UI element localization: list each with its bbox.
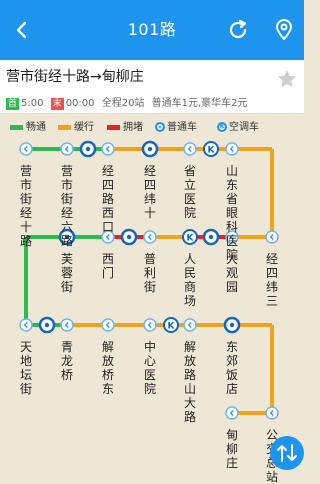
station-label[interactable]: 解放路山大路 [183, 340, 197, 424]
station-node[interactable] [143, 318, 157, 332]
station-label[interactable]: 普利街 [143, 252, 157, 294]
station-label[interactable]: 甸柳庄 [225, 428, 239, 470]
station-label[interactable]: 中心医院 [143, 340, 157, 396]
legend-slow: 缓行 [58, 118, 94, 133]
bus-marker[interactable] [202, 228, 220, 246]
svg-text:K: K [187, 234, 195, 244]
station-node[interactable] [265, 230, 279, 244]
legend-ac: K 空调车 [217, 118, 259, 133]
legend-bus: 普通车 [155, 118, 197, 133]
legend-jam: 拥堵 [107, 118, 143, 133]
bus-icon [155, 122, 165, 132]
route-map: K K K 营市街经十路 营市街经六路 经四路西口 经四纬十 省立医院 山东省眼科医院经四纬三… [0, 134, 304, 484]
route-name: 营市街经十路→甸柳庄 [6, 69, 144, 85]
fare-info: 普通车1元,豪华车2元 [151, 98, 248, 109]
bus-marker[interactable] [223, 316, 241, 334]
favorite-star-icon[interactable] [276, 68, 298, 90]
station-node[interactable] [143, 230, 157, 244]
station-label[interactable]: 人民商场 [183, 252, 197, 308]
traffic-legend: 畅通 缓行 拥堵 普通车 K 空调车 [0, 114, 304, 134]
location-pin-icon[interactable] [272, 18, 296, 42]
station-label[interactable]: 解放桥东 [101, 340, 115, 396]
top-bar: 101路 [0, 0, 304, 60]
ac-bus-marker[interactable]: K [163, 317, 179, 333]
page-title: 101路 [127, 20, 177, 39]
station-node[interactable] [265, 406, 279, 420]
station-label[interactable]: 青龙桥 [60, 340, 74, 382]
station-label[interactable]: 营市街经六路 [60, 164, 74, 248]
station-label[interactable]: 大观园 [225, 252, 239, 294]
station-label[interactable]: 营市街经十路 [19, 164, 33, 248]
bus-marker[interactable] [79, 140, 97, 158]
station-label[interactable]: 省立医院 [183, 164, 197, 220]
svg-text:K: K [168, 322, 176, 332]
station-node[interactable] [101, 318, 115, 332]
reverse-direction-button[interactable] [270, 436, 304, 470]
first-bus-tag: 首 [6, 98, 20, 110]
ac-bus-marker[interactable]: K [203, 141, 219, 157]
station-node[interactable] [183, 142, 197, 156]
station-node[interactable] [60, 318, 74, 332]
stops-count: 全程20站 [101, 98, 145, 109]
station-node[interactable] [183, 318, 197, 332]
station-label[interactable]: 东郊饭店 [225, 340, 239, 396]
swap-arrows-icon [277, 444, 297, 462]
station-node[interactable] [101, 142, 115, 156]
route-meta: 首 5:00 末 00:00 全程20站 普通车1元,豪华车2元 [6, 94, 248, 110]
station-node[interactable] [19, 142, 33, 156]
station-label[interactable]: 山东省眼科医院 [225, 164, 239, 262]
station-node[interactable] [225, 406, 239, 420]
station-label[interactable]: 天地坛街 [19, 340, 33, 396]
station-label[interactable]: 西门 [101, 252, 115, 280]
station-node[interactable] [60, 142, 74, 156]
bus-marker[interactable] [141, 140, 159, 158]
last-bus-tag: 末 [50, 98, 64, 110]
first-bus-time: 5:00 [21, 98, 44, 109]
ac-bus-marker[interactable]: K [182, 229, 198, 245]
refresh-icon[interactable] [226, 18, 250, 42]
station-label[interactable]: 芙蓉街 [60, 252, 74, 294]
station-node[interactable] [225, 142, 239, 156]
bus-marker[interactable] [38, 316, 56, 334]
station-label[interactable]: 经四纬十 [143, 164, 157, 220]
station-label[interactable]: 经四纬三 [265, 252, 279, 308]
legend-smooth: 畅通 [10, 118, 46, 133]
station-node[interactable] [19, 318, 33, 332]
svg-text:K: K [208, 146, 216, 156]
last-bus-time: 00:00 [65, 98, 95, 109]
station-label[interactable]: 经四路西口 [101, 164, 115, 234]
ac-bus-icon: K [217, 122, 227, 132]
bus-marker[interactable] [120, 228, 138, 246]
route-header: 营市街经十路→甸柳庄 首 5:00 末 00:00 全程20站 普通车1元,豪华车2… [0, 60, 304, 114]
